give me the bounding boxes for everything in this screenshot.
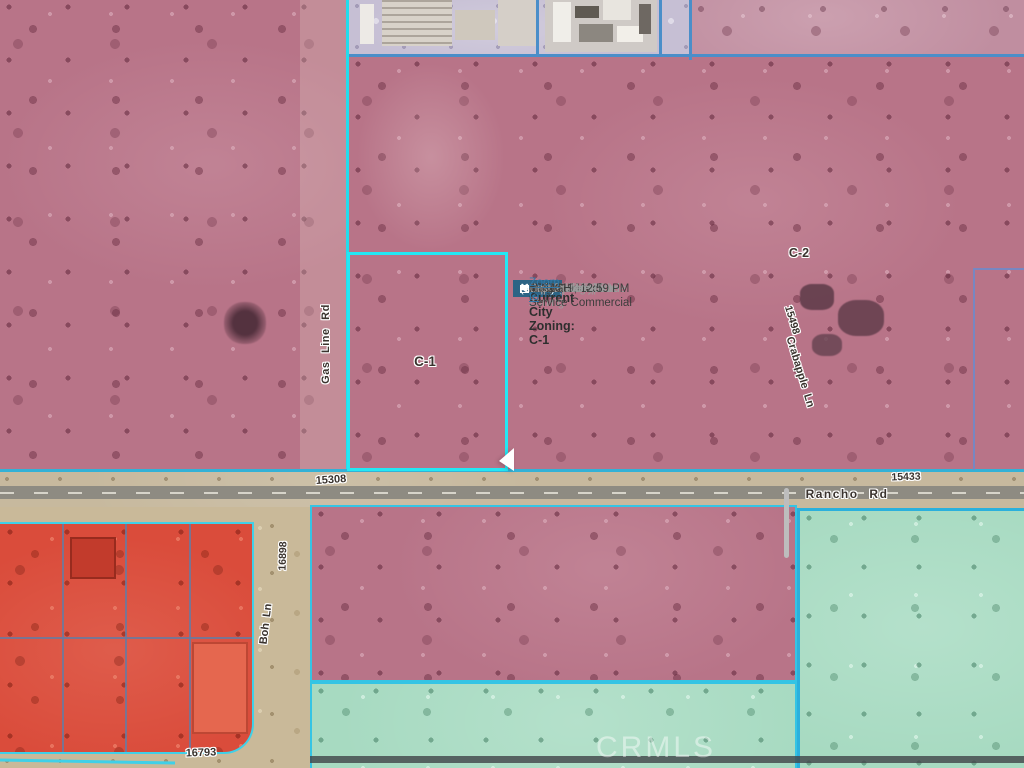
building [553,2,571,42]
building [382,0,452,46]
parcel-line [536,0,539,57]
parcel-line [659,0,662,57]
popup-callout-arrow [499,448,514,471]
parcel-outline-east [973,268,1024,470]
building [70,537,116,579]
building [603,0,631,20]
address-label-16898: 16898 [276,534,290,578]
building [498,0,536,46]
building [639,4,651,34]
more-options-icon[interactable]: ••• [529,282,545,296]
building [360,4,374,44]
parcel-line [349,54,1024,57]
structure-blob [812,334,842,356]
zone-label-c1: C-1 [404,354,446,369]
popup-scrollbar[interactable] [784,488,789,558]
zoning-overlay-red-sw[interactable] [0,522,254,754]
address-label-16793: 16793 [173,746,229,760]
structure-blob [838,300,884,336]
zoning-overlay-pink-south[interactable] [310,505,797,682]
address-label-15433: 15433 [882,470,930,484]
building [575,6,599,18]
light-wash [356,62,506,252]
structure-blob [800,284,834,310]
road-label-rancho-rd: Rancho Rd [802,487,892,501]
zoning-overlay-ne-top[interactable] [690,0,1024,57]
parcel-line [689,0,692,60]
zoning-overlay-north-lavender[interactable] [349,0,690,57]
watermark-crmls: CRMLS [596,731,716,765]
road-label-gas-line-rd: Gas Line Rd [320,294,332,394]
building [455,10,495,40]
parcel-divider [0,637,252,639]
zoning-overlay-teal-east[interactable] [797,508,1024,768]
map-canvas[interactable]: C-1 C-2 Gas Line Rd Crabapple Ln 15498 1… [0,0,1024,768]
dirt-road-gasline [300,0,348,470]
zone-label-c2: C-2 [779,246,819,260]
zoning-overlay-nw[interactable] [0,0,349,470]
popup-body: Current City Zoning: C-1 Zone Name / Cod… [513,280,542,288]
building [579,24,613,42]
building [192,642,248,734]
structure-blob [224,302,266,344]
building-cluster [545,0,657,52]
